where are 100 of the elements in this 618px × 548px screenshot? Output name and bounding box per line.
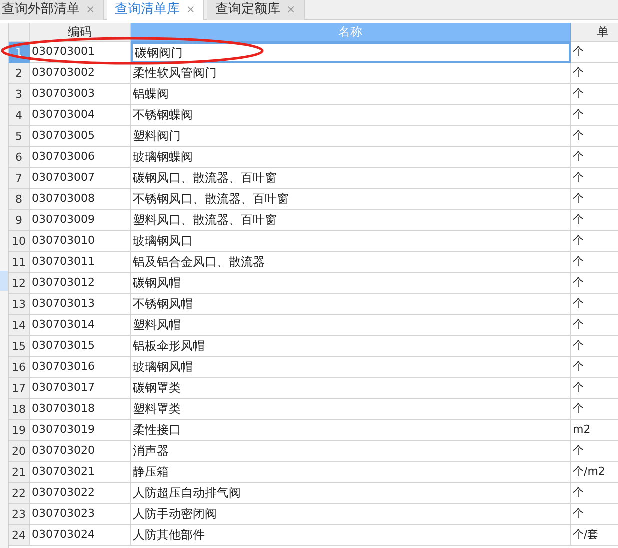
table-cell: 个 [571,315,618,336]
tab[interactable]: 查询清单库 × [107,0,204,20]
table-cell: 030703012 [30,273,131,294]
table-cell: 030703003 [30,84,131,105]
table-cell: 个 [571,336,618,357]
table-cell: 塑料阀门 [131,126,571,147]
table-cell: 个 [571,483,618,504]
table-cell: 塑料风口、散流器、百叶窗 [131,210,571,231]
table-cell: 个 [571,441,618,462]
table-cell: 碳钢风帽 [131,273,571,294]
row-number[interactable]: 7 [9,168,30,189]
row-number[interactable]: 5 [9,126,30,147]
table-cell: 030703022 [30,483,131,504]
table-cell: 个 [571,357,618,378]
table-cell: 玻璃钢风口 [131,231,571,252]
table-cell: 铝蝶阀 [131,84,571,105]
table-cell: 030703023 [30,504,131,525]
row-number[interactable]: 19 [9,420,30,441]
table-cell: 人防超压自动排气阀 [131,483,571,504]
row-number[interactable]: 12 [9,273,30,294]
table-cell: 030703006 [30,147,131,168]
table-cell: 个 [571,378,618,399]
table-cell: 个 [571,210,618,231]
table-cell: 玻璃钢蝶阀 [131,147,571,168]
table-cell: 个/m2 [571,462,618,483]
table-cell: 030703019 [30,420,131,441]
table-cell: 铝板伞形风帽 [131,336,571,357]
table-cell: 不锈钢风口、散流器、百叶窗 [131,189,571,210]
table-cell: 030703013 [30,294,131,315]
table-cell: 个 [571,126,618,147]
table-cell: 个 [571,84,618,105]
tab[interactable]: 查询定额库 × [207,0,305,20]
table-cell: 030703016 [30,357,131,378]
tab-label: 查询清单库 [115,1,180,20]
table-cell: 030703020 [30,441,131,462]
row-number[interactable]: 20 [9,441,30,462]
row-number[interactable]: 22 [9,483,30,504]
column-header[interactable]: 单 [571,23,618,42]
table-cell: 030703014 [30,315,131,336]
row-number[interactable]: 24 [9,525,30,546]
row-number[interactable]: 23 [9,504,30,525]
table-cell: 030703015 [30,336,131,357]
table-cell: 030703008 [30,189,131,210]
table-cell: 塑料风帽 [131,315,571,336]
row-number[interactable]: 18 [9,399,30,420]
table-cell: 个 [571,252,618,273]
table-cell: 030703009 [30,210,131,231]
table-cell: 个 [571,147,618,168]
table-cell: 030703024 [30,525,131,546]
row-number[interactable]: 13 [9,294,30,315]
table-cell: 个 [571,294,618,315]
row-number[interactable]: 10 [9,231,30,252]
tab-label: 查询定额库 [215,1,280,20]
row-number[interactable]: 15 [9,336,30,357]
table-cell: 030703005 [30,126,131,147]
table-cell: 030703021 [30,462,131,483]
table-cell: 个 [571,273,618,294]
tab-label: 查询外部清单 [2,1,80,20]
table-cell: 030703004 [30,105,131,126]
table-cell: 碳钢罩类 [131,378,571,399]
table-cell: 柔性接口 [131,420,571,441]
row-number[interactable]: 6 [9,147,30,168]
table-cell: 人防手动密闭阀 [131,504,571,525]
table-cell: 个/套 [571,525,618,546]
table-cell: 030703002 [30,63,131,84]
table-cell: 030703010 [30,231,131,252]
row-number[interactable]: 9 [9,210,30,231]
row-number[interactable]: 4 [9,105,30,126]
row-number[interactable]: 16 [9,357,30,378]
table-cell: 个 [571,168,618,189]
table-cell: 塑料罩类 [131,399,571,420]
table-cell: 玻璃钢风帽 [131,357,571,378]
table-cell: 个 [571,105,618,126]
table-cell: 静压箱 [131,462,571,483]
table-cell: 人防其他部件 [131,525,571,546]
tab[interactable]: 查询外部清单 × [0,0,104,20]
column-header[interactable]: 编码 [30,23,131,42]
table-cell: 个 [571,504,618,525]
row-number[interactable]: 21 [9,462,30,483]
table-cell: 柔性软风管阀门 [131,63,571,84]
row-number[interactable]: 3 [9,84,30,105]
table-cell: 030703018 [30,399,131,420]
table-cell: 030703007 [30,168,131,189]
table-cell: 个 [571,63,618,84]
table-cell: 030703001 [30,42,131,63]
table-cell: 铝及铝合金风口、散流器 [131,252,571,273]
table-cell: 个 [571,42,618,63]
row-number[interactable]: 14 [9,315,30,336]
table-cell: 个 [571,189,618,210]
row-number[interactable]: 17 [9,378,30,399]
table-cell: 碳钢风口、散流器、百叶窗 [131,168,571,189]
table-cell: 个 [571,399,618,420]
table-cell: 030703011 [30,252,131,273]
row-number[interactable]: 2 [9,63,30,84]
row-number[interactable]: 11 [9,252,30,273]
table-cell: 个 [571,231,618,252]
table-cell: m2 [571,420,618,441]
table-cell: 消声器 [131,441,571,462]
table-cell: 碳钢阀门 [131,42,571,63]
row-number[interactable]: 8 [9,189,30,210]
